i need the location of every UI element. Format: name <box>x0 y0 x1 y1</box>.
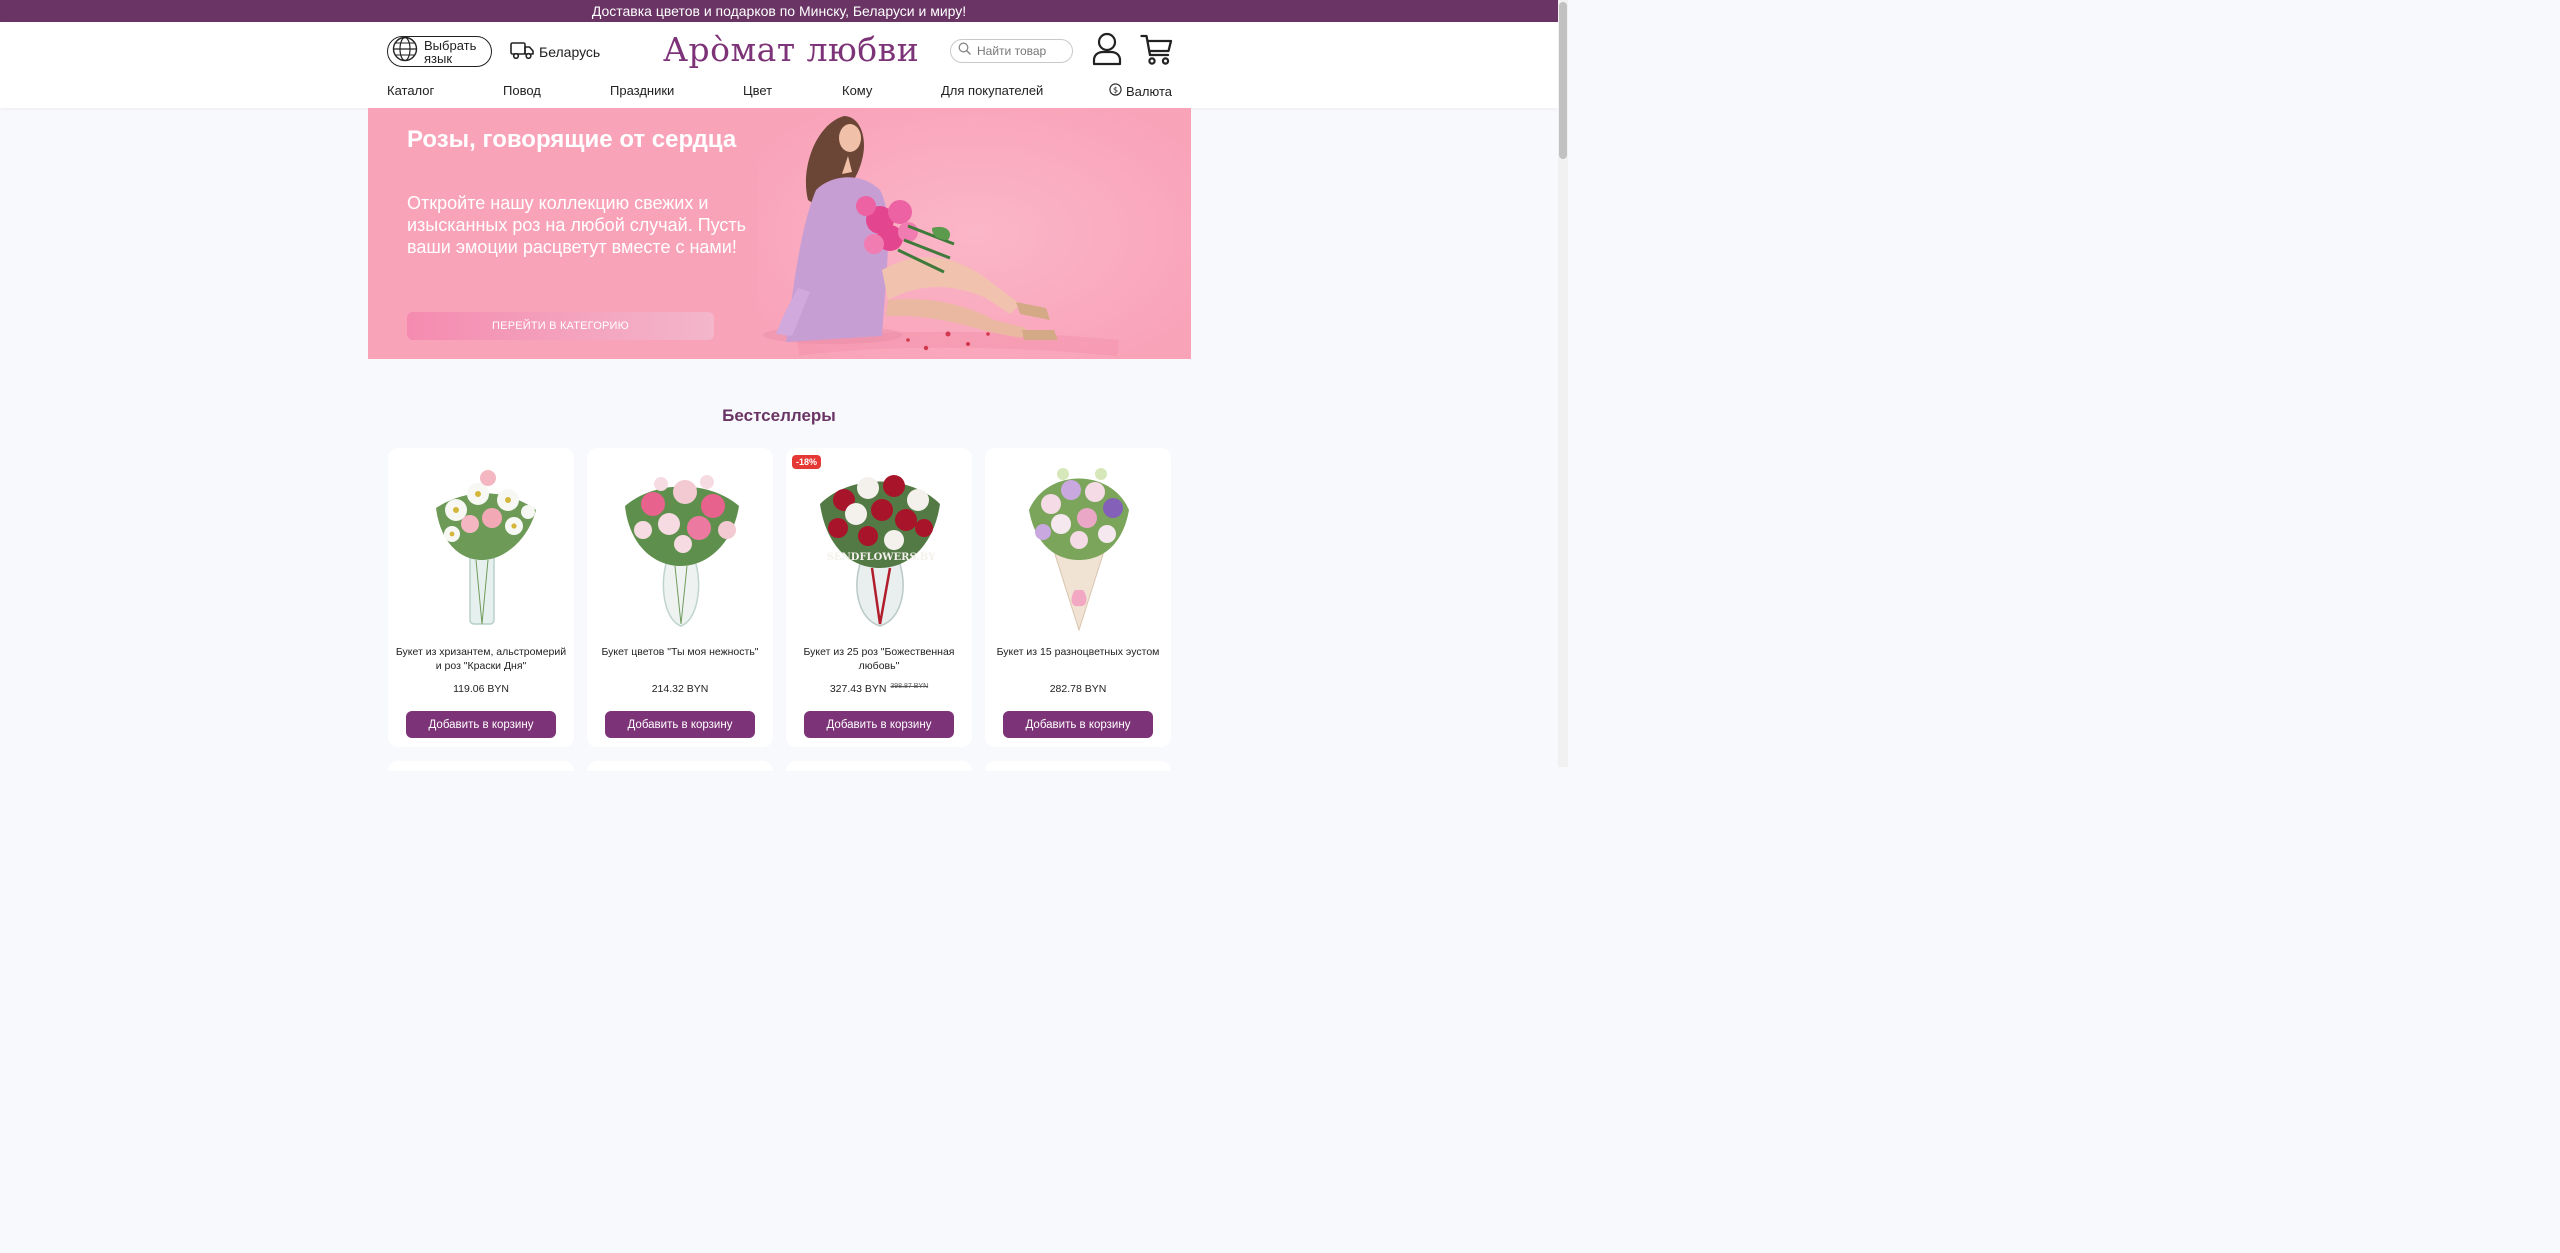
site-logo-text: Арòмат любви <box>663 30 920 69</box>
nav-item-recipient[interactable]: Кому <box>842 83 872 98</box>
product-card-next-row <box>786 761 972 771</box>
site-header: Выбрать язык Беларусь Арòмат любви Катал… <box>0 22 1558 108</box>
product-card[interactable]: Букет из 15 разноцветных эустом 282.78 B… <box>985 448 1171 747</box>
product-card-next-row <box>388 761 574 771</box>
delivery-banner: Доставка цветов и подарков по Минску, Бе… <box>0 0 1558 22</box>
user-icon[interactable] <box>1091 32 1123 71</box>
product-image-eustoma-bouquet[interactable] <box>993 448 1163 632</box>
nav-item-color[interactable]: Цвет <box>743 83 772 98</box>
discount-badge: -18% <box>792 455 822 469</box>
product-card-next-row <box>587 761 773 771</box>
site-logo[interactable]: Арòмат любви <box>663 30 919 69</box>
globe-icon <box>392 36 418 67</box>
product-price-current: 119.06 BYN <box>453 683 509 695</box>
search-icon[interactable] <box>958 42 971 60</box>
product-price: 327.43 BYN 398.87 BYN <box>786 683 972 695</box>
main-nav: Каталог Повод Праздники Цвет Кому Для по… <box>0 83 1558 101</box>
add-to-cart-button[interactable]: Добавить в корзину <box>804 711 954 738</box>
currency-label: Валюта <box>1126 83 1172 99</box>
page-scrollbar[interactable] <box>1558 0 1568 767</box>
product-image-tenderness-bouquet[interactable] <box>595 448 765 632</box>
language-button[interactable]: Выбрать язык <box>387 36 492 67</box>
add-to-cart-button[interactable]: Добавить в корзину <box>605 711 755 738</box>
country-label: Беларусь <box>539 43 601 60</box>
hero-title: Розы, говорящие от сердца <box>407 126 737 153</box>
product-watermark: SENDFLOWERS.BY <box>827 552 936 563</box>
product-name[interactable]: Букет из 25 роз "Божественная любовь" <box>792 645 966 673</box>
product-price-current: 282.78 BYN <box>1049 683 1107 695</box>
hero-banner: Розы, говорящие от сердца Откройте нашу … <box>368 108 1191 359</box>
delivery-banner-text: Доставка цветов и подарков по Минску, Бе… <box>591 3 967 19</box>
product-price-current: 214.32 BYN <box>651 683 709 695</box>
currency-icon: $ <box>1109 83 1122 99</box>
hero-description: Откройте нашу коллекцию свежих и изыскан… <box>407 193 747 257</box>
bestsellers-title: Бестселлеры <box>722 406 836 425</box>
product-price: 214.32 BYN <box>587 683 773 695</box>
nav-item-occasion[interactable]: Повод <box>503 83 541 98</box>
product-name[interactable]: Букет из 15 разноцветных эустом <box>991 645 1165 659</box>
truck-icon <box>510 40 534 63</box>
product-image-chrysanthemum-bouquet[interactable] <box>396 448 566 632</box>
add-to-cart-button[interactable]: Добавить в корзину <box>406 711 556 738</box>
nav-item-for-customers[interactable]: Для покупателей <box>941 83 1043 98</box>
nav-item-holidays[interactable]: Праздники <box>610 83 674 98</box>
product-name[interactable]: Букет цветов "Ты моя нежность" <box>593 645 767 659</box>
currency-selector[interactable]: $ Валюта <box>1109 83 1172 99</box>
product-card[interactable]: Букет из хризантем, альстромерий и роз "… <box>388 448 574 747</box>
language-button-label: Выбрать язык <box>424 37 477 66</box>
product-card[interactable]: Букет цветов "Ты моя нежность" 214.32 BY… <box>587 448 773 747</box>
hero-woman-with-flowers-image <box>758 108 1191 359</box>
product-price: 119.06 BYN <box>388 683 574 695</box>
cart-icon[interactable] <box>1140 33 1173 71</box>
product-name[interactable]: Букет из хризантем, альстромерий и роз "… <box>394 645 568 673</box>
product-card-next-row <box>985 761 1171 771</box>
go-to-category-button[interactable]: ПЕРЕЙТИ В КАТЕГОРИЮ <box>407 312 714 340</box>
scrollbar-thumb[interactable] <box>1559 2 1567 159</box>
product-price: 282.78 BYN <box>985 683 1171 695</box>
search-input[interactable] <box>977 44 1065 58</box>
country-selector[interactable]: Беларусь <box>510 40 600 63</box>
product-price-current: 327.43 BYN <box>829 683 887 695</box>
nav-item-catalog[interactable]: Каталог <box>387 83 434 98</box>
product-image-25-roses-bouquet[interactable]: SENDFLOWERS.BY <box>794 448 964 632</box>
svg-text:$: $ <box>1113 86 1118 95</box>
search-box <box>950 39 1073 63</box>
product-price-old: 398.87 BYN <box>890 683 929 690</box>
add-to-cart-button[interactable]: Добавить в корзину <box>1003 711 1153 738</box>
product-card[interactable]: SENDFLOWERS.BY -18% Букет из 25 роз "Бож… <box>786 448 972 747</box>
